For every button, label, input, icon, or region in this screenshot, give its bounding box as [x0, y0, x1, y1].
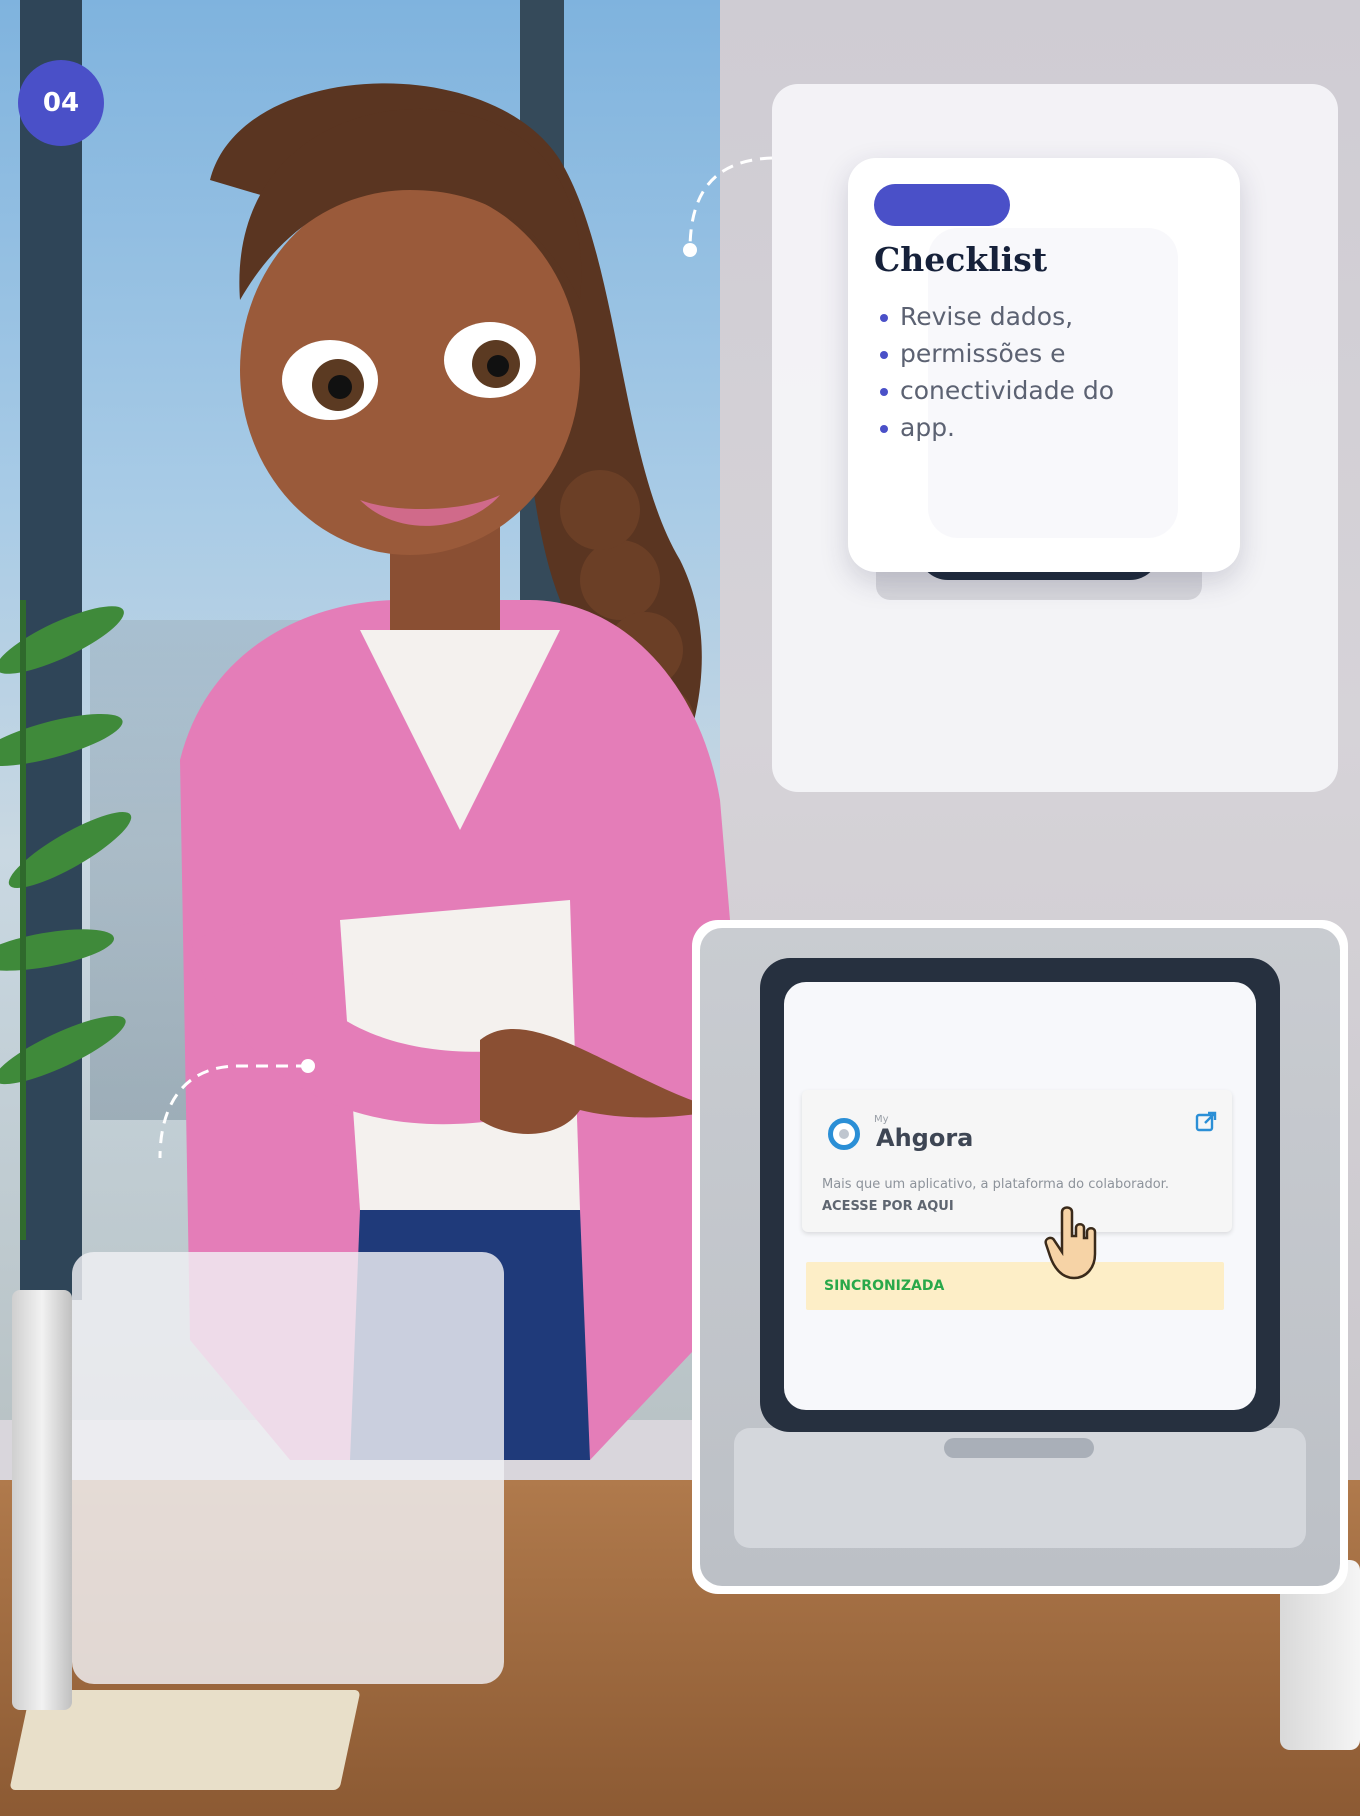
step-number-badge: 04: [18, 60, 104, 146]
checklist-accent-pill: [874, 184, 1010, 226]
presenter-character: [180, 83, 760, 1460]
checklist-item: permissões e: [878, 335, 1114, 372]
access-link[interactable]: ACESSE POR AQUI: [822, 1199, 954, 1214]
ahgora-app-card[interactable]: My Ahgora Mais que um aplicativo, a plat…: [802, 1090, 1232, 1232]
sync-status-bar: SINCRONIZADA: [806, 1262, 1224, 1310]
pointer-hand-icon: [1044, 1206, 1097, 1280]
scene: 04 Checklist Revise dados, permissões e …: [0, 0, 1360, 1816]
brand-name: Ahgora: [876, 1124, 974, 1152]
app-description: Mais que um aplicativo, a plataforma do …: [822, 1174, 1202, 1218]
checklist-item: app.: [878, 409, 1114, 446]
checklist-item: Revise dados,: [878, 298, 1114, 335]
sync-status-label: SINCRONIZADA: [824, 1278, 945, 1294]
step-number: 04: [42, 88, 80, 118]
laptop-hinge: [944, 1438, 1094, 1458]
external-link-icon[interactable]: [1194, 1110, 1218, 1134]
description-text: Mais que um aplicativo, a plataforma do …: [822, 1177, 1169, 1192]
connector-left: [158, 1059, 315, 1159]
checklist-card: Checklist Revise dados, permissões e con…: [848, 158, 1240, 572]
checklist-title: Checklist: [874, 240, 1048, 279]
ahgora-logo-icon: [828, 1118, 860, 1150]
empty-glass-card: [72, 1252, 504, 1684]
checklist-item: conectividade do: [878, 372, 1114, 409]
connector-top: [683, 156, 773, 257]
checklist-items: Revise dados, permissões e conectividade…: [878, 298, 1114, 446]
